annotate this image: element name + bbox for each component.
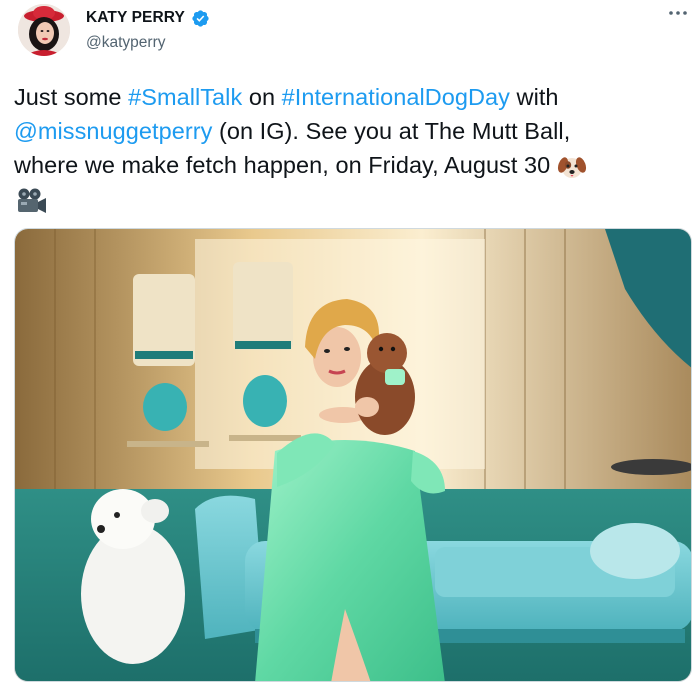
tweet-text-line-4 [14,182,690,216]
author-avatar[interactable] [18,4,70,56]
verified-badge-icon [192,9,209,27]
hashtag-smalltalk-link[interactable]: #SmallTalk [128,84,242,110]
tweet-card[interactable]: KATY PERRY @katyperry Just some #SmallTa… [0,0,700,688]
hashtag-internationaldogday-link[interactable]: #InternationalDogDay [282,84,510,110]
tweet-photo[interactable] [14,228,692,682]
author-info: KATY PERRY @katyperry [86,8,210,52]
text-segment: (on IG). See you at The Mutt Ball, [212,118,571,144]
photo-image [15,229,691,681]
mention-missnuggetperry-link[interactable]: @missnuggetperry [14,118,212,144]
text-segment: with [509,84,559,110]
text-segment: where we make fetch happen, on Friday, A… [14,152,557,178]
more-horizontal-icon [669,11,687,15]
avatar-image [18,4,70,56]
tweet-text: Just some #SmallTalk on #InternationalDo… [14,80,690,216]
tweet-text-line-2: @missnuggetperry (on IG). See you at The… [14,114,690,148]
text-segment: on [242,84,282,110]
author-handle[interactable]: @katyperry [86,34,210,52]
movie-camera-emoji-icon [18,188,46,213]
author-display-name[interactable]: KATY PERRY [86,9,185,27]
more-options-button[interactable] [666,4,690,22]
dog-face-emoji-icon [557,157,586,178]
text-segment: Just some [14,84,129,110]
tweet-text-line-1: Just some #SmallTalk on #InternationalDo… [14,80,690,114]
tweet-text-line-3: where we make fetch happen, on Friday, A… [14,148,690,182]
